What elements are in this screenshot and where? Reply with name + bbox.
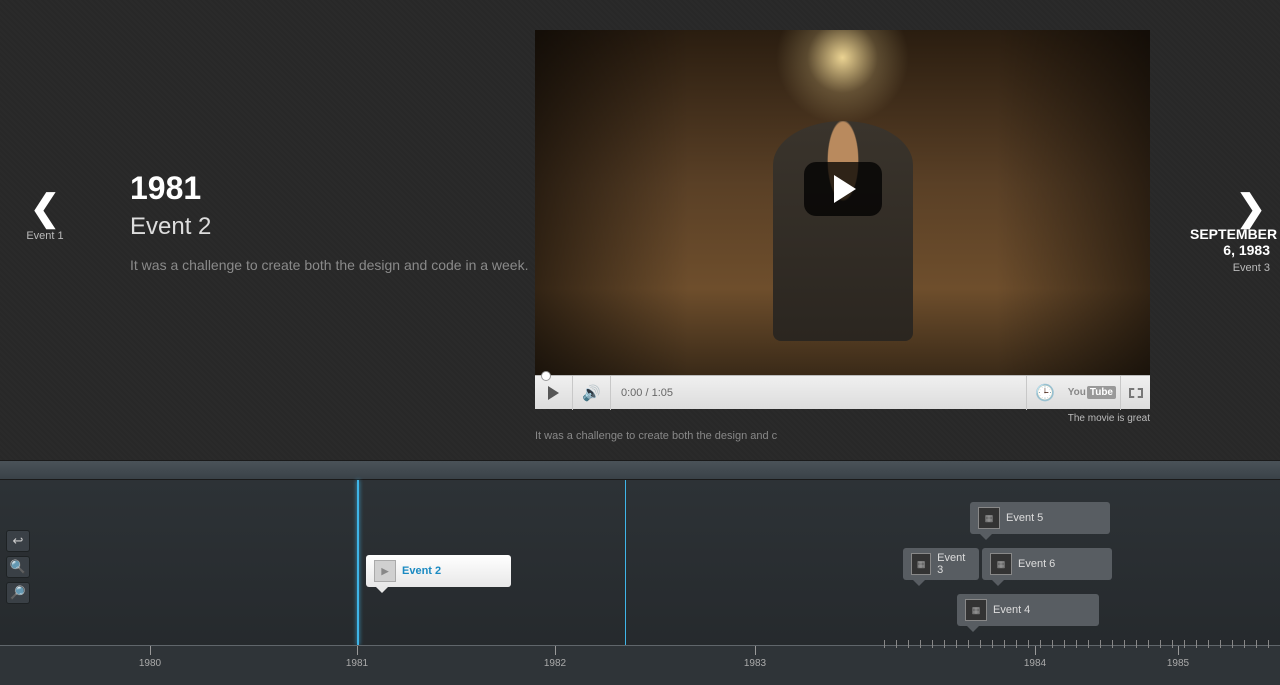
fullscreen-icon xyxy=(1129,388,1143,398)
detail-pane: ❮ Event 1 ❯ SEPTEMBER 6, 1983 Event 3 19… xyxy=(0,0,1280,460)
timeline-body[interactable]: ▶ Event 2 ▦ Event 5 ▦ Event 3 ▦ Event 6 ▦ Event 4 xyxy=(0,480,1280,645)
video-time: 0:00 / 1:05 xyxy=(621,387,673,399)
ruler-year-label: 1982 xyxy=(544,658,566,669)
timeline-ruler[interactable]: 1980 1981 1982 1983 1984 1985 xyxy=(0,645,1280,685)
image-icon: ▦ xyxy=(911,553,931,575)
video-block: 🔊 0:00 / 1:05 🕒 YouTube The movie is gre… xyxy=(535,30,1150,442)
watch-later-button[interactable]: 🕒 xyxy=(1026,376,1064,410)
event-card-label: Event 4 xyxy=(993,604,1030,616)
timeline-event-card[interactable]: ▶ Event 2 xyxy=(366,555,511,587)
chevron-left-icon: ❮ xyxy=(0,190,90,226)
nav-next-date: SEPTEMBER 6, 1983 xyxy=(1190,226,1280,258)
scrubber-handle[interactable] xyxy=(541,371,551,381)
timeline-event-card[interactable]: ▦ Event 5 xyxy=(970,502,1110,534)
timeline-pane: ↩ 🔍 🔎 ▶Event 2▦Event 5▦Event 3▦Event 6▦E… xyxy=(0,480,1280,685)
event-card-label: Event 2 xyxy=(402,565,441,577)
play-icon: ▶ xyxy=(374,560,396,582)
event-year: 1981 xyxy=(130,170,530,207)
image-icon: ▦ xyxy=(965,599,987,621)
nav-prev[interactable]: ❮ Event 1 xyxy=(0,190,90,242)
video-caption-right: The movie is great xyxy=(535,413,1150,424)
image-icon: ▦ xyxy=(990,553,1012,575)
fullscreen-button[interactable] xyxy=(1120,376,1150,410)
volume-icon: 🔊 xyxy=(582,384,601,402)
youtube-logo[interactable]: YouTube xyxy=(1064,383,1120,402)
ruler-year-label: 1981 xyxy=(346,658,368,669)
nav-prev-label: Event 1 xyxy=(0,230,90,242)
ruler-year-label: 1980 xyxy=(139,658,161,669)
event-description: It was a challenge to create both the de… xyxy=(130,255,530,276)
timeline-marker-current xyxy=(357,480,359,645)
play-button[interactable] xyxy=(535,376,573,410)
separator-bar xyxy=(0,460,1280,480)
nav-next[interactable]: ❯ SEPTEMBER 6, 1983 Event 3 xyxy=(1190,190,1280,274)
video-player[interactable] xyxy=(535,30,1150,375)
event-title: Event 2 xyxy=(130,213,530,241)
video-controls: 🔊 0:00 / 1:05 🕒 YouTube xyxy=(535,375,1150,409)
clock-icon: 🕒 xyxy=(1035,383,1055,403)
image-icon: ▦ xyxy=(978,507,1000,529)
volume-button[interactable]: 🔊 xyxy=(573,376,611,410)
timeline-event-card[interactable]: ▦ Event 6 xyxy=(982,548,1112,580)
ruler-year-label: 1984 xyxy=(1024,658,1046,669)
timeline-event-card[interactable]: ▦ Event 4 xyxy=(957,594,1099,626)
chevron-right-icon: ❯ xyxy=(1190,190,1280,226)
timeline-event-card[interactable]: ▦ Event 3 xyxy=(903,548,979,580)
video-caption-left: It was a challenge to create both the de… xyxy=(535,430,1150,442)
event-card-label: Event 3 xyxy=(937,552,971,576)
ruler-year-label: 1985 xyxy=(1167,658,1189,669)
ruler-year-label: 1983 xyxy=(744,658,766,669)
event-text-block: 1981 Event 2 It was a challenge to creat… xyxy=(130,170,530,276)
nav-next-label: Event 3 xyxy=(1190,262,1280,274)
play-overlay-button[interactable] xyxy=(804,162,882,216)
timeline-marker-aux xyxy=(625,480,626,645)
event-card-label: Event 5 xyxy=(1006,512,1043,524)
event-card-label: Event 6 xyxy=(1018,558,1055,570)
